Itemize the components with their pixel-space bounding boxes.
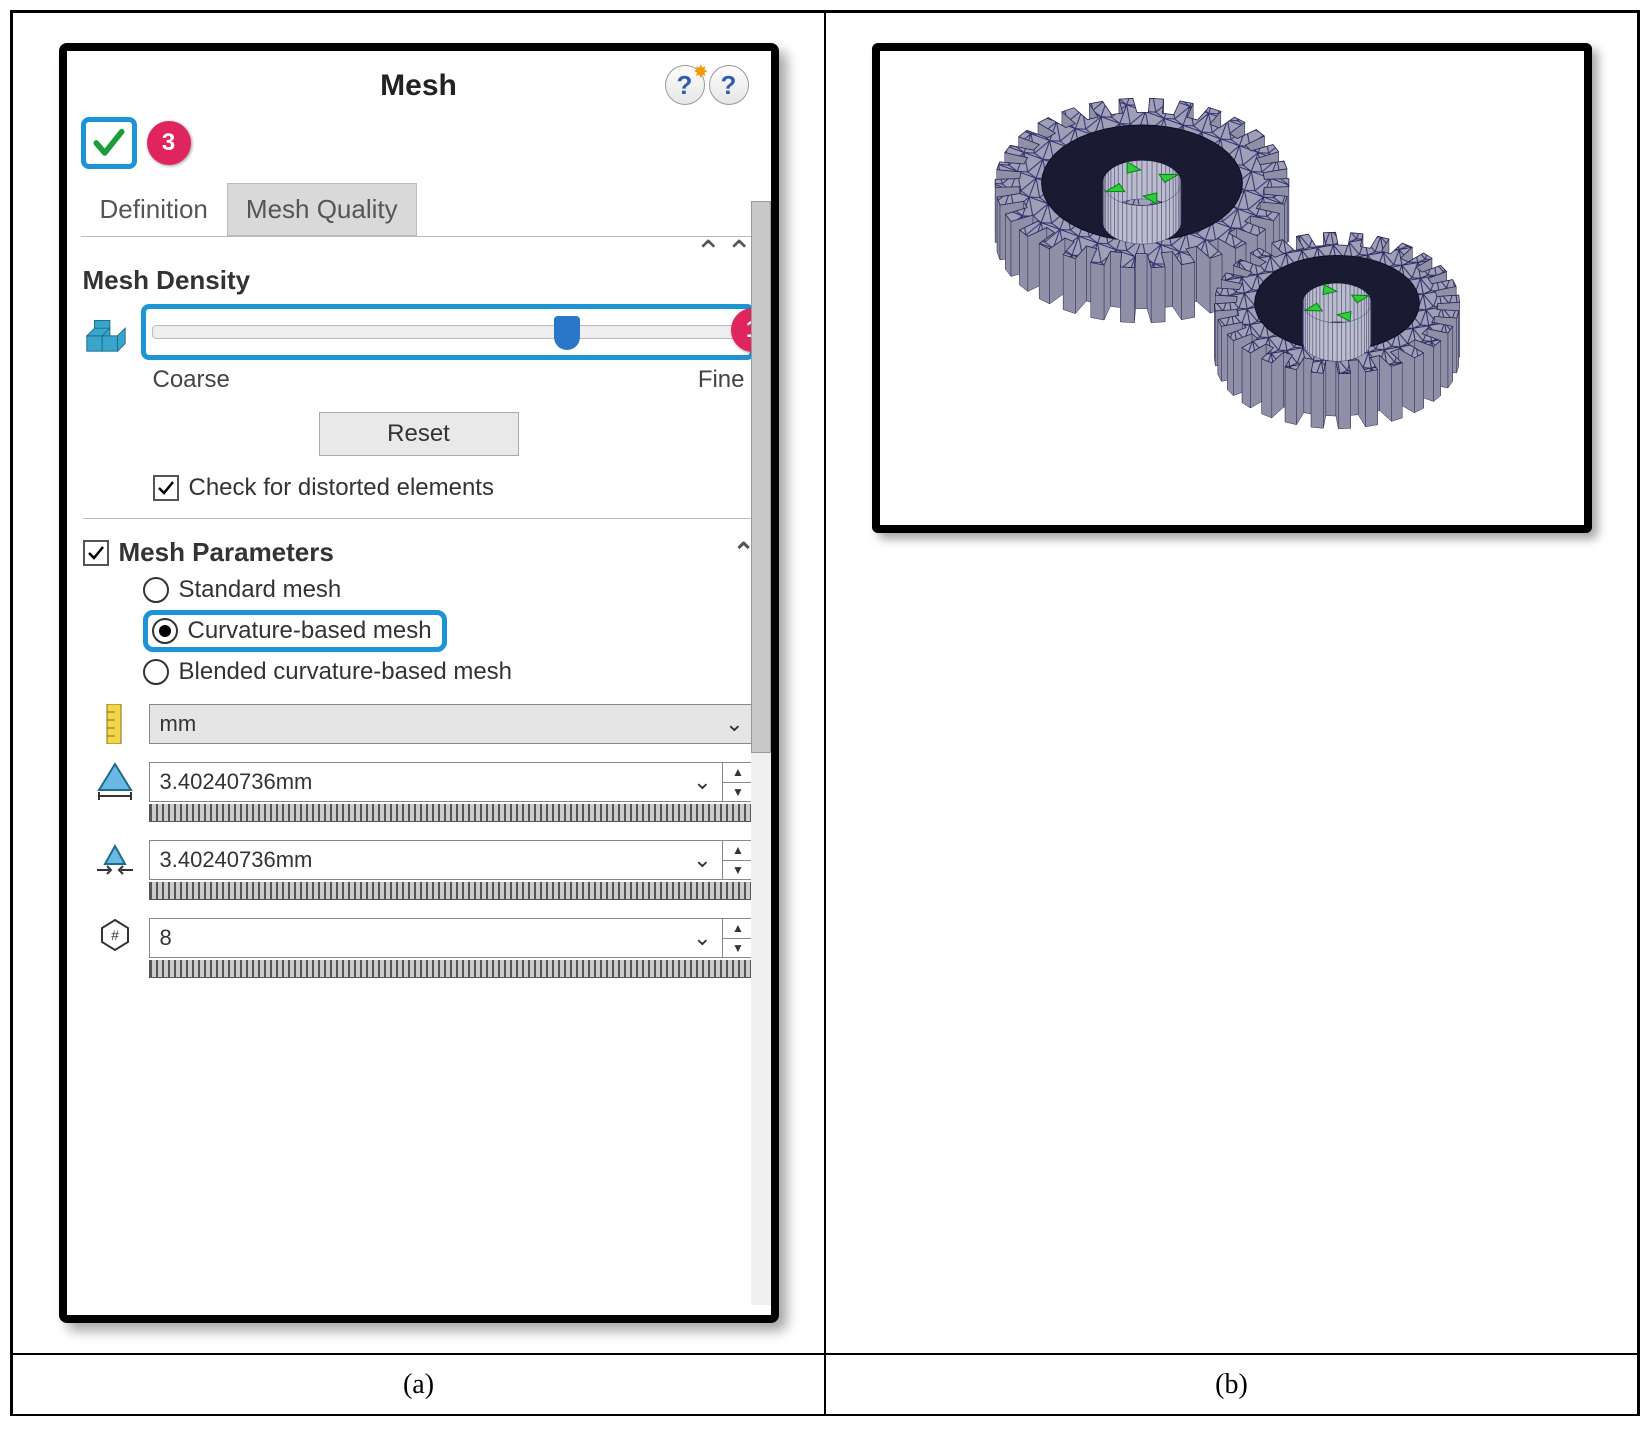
tab-mesh-quality[interactable]: Mesh Quality	[227, 183, 417, 236]
min-element-size-field[interactable]: 3.40240736mm ⌄	[149, 840, 723, 880]
radio-standard-label: Standard mesh	[179, 576, 342, 604]
scroll-up-chevron-icon[interactable]: ⌃	[726, 233, 753, 271]
max-element-size-icon	[97, 762, 133, 802]
thumbwheel[interactable]	[149, 882, 755, 900]
help-icon[interactable]: ?	[709, 65, 749, 105]
checkmark-icon	[157, 479, 175, 497]
slider-thumb[interactable]	[554, 316, 580, 350]
radio-standard-mesh[interactable]	[143, 577, 169, 603]
radio-curvature-mesh[interactable]	[152, 618, 178, 644]
scrollbar[interactable]	[751, 201, 771, 1305]
mesh-density-icon	[83, 309, 129, 355]
help-options-icon[interactable]: ?✸	[665, 65, 705, 105]
tab-definition[interactable]: Definition	[81, 183, 227, 236]
mesh-density-header: Mesh Density	[83, 265, 251, 296]
coarse-label: Coarse	[153, 366, 230, 394]
panel-title: Mesh	[380, 69, 457, 103]
distorted-elements-checkbox[interactable]	[153, 475, 179, 501]
mesh-property-panel: Mesh ?✸ ? 3 Definition Mesh Quality	[59, 43, 779, 1323]
callout-badge-3: 3	[147, 121, 191, 165]
fine-label: Fine	[698, 366, 745, 394]
gear-star-icon: ✸	[694, 62, 707, 82]
spin-down-icon[interactable]: ▼	[723, 861, 754, 880]
ruler-icon	[103, 704, 127, 744]
dropdown-chevron-icon: ⌄	[693, 847, 711, 873]
max-element-size-field[interactable]: 3.40240736mm ⌄	[149, 762, 723, 802]
unit-value: mm	[160, 711, 197, 737]
checkmark-icon	[87, 544, 105, 562]
spin-up-icon[interactable]: ▲	[723, 841, 754, 861]
svg-text:#: #	[111, 927, 119, 943]
dropdown-chevron-icon: ⌄	[725, 711, 743, 737]
spin-down-icon[interactable]: ▼	[723, 939, 754, 958]
spin-up-icon[interactable]: ▲	[723, 763, 754, 783]
max-element-size-value: 3.40240736mm	[160, 769, 313, 795]
mesh-parameters-checkbox[interactable]	[83, 540, 109, 566]
min-element-size-icon	[95, 840, 135, 880]
reset-button[interactable]: Reset	[319, 412, 519, 456]
gear-mesh-illustration	[892, 68, 1572, 508]
elements-per-circle-icon: #	[98, 918, 132, 952]
thumbwheel[interactable]	[149, 804, 755, 822]
elements-per-circle-field[interactable]: 8 ⌄	[149, 918, 723, 958]
radio-curvature-label: Curvature-based mesh	[188, 617, 432, 645]
check-icon	[92, 126, 126, 160]
caption-a: (a)	[12, 1354, 825, 1416]
unit-dropdown[interactable]: mm ⌄	[149, 704, 755, 744]
caption-b: (b)	[825, 1354, 1638, 1416]
dropdown-chevron-icon: ⌄	[693, 769, 711, 795]
radio-blended-label: Blended curvature-based mesh	[179, 658, 513, 686]
thumbwheel[interactable]	[149, 960, 755, 978]
radio-blended-mesh[interactable]	[143, 659, 169, 685]
elements-per-circle-value: 8	[160, 925, 172, 951]
meshed-model-view	[872, 43, 1592, 533]
spin-down-icon[interactable]: ▼	[723, 783, 754, 802]
dropdown-chevron-icon: ⌄	[693, 925, 711, 951]
min-element-size-value: 3.40240736mm	[160, 847, 313, 873]
scrollbar-thumb[interactable]	[751, 201, 771, 753]
collapse-chevron-icon[interactable]: ⌃	[695, 233, 722, 271]
mesh-density-slider[interactable]	[141, 304, 755, 360]
ok-button[interactable]	[81, 117, 137, 169]
mesh-parameters-header: Mesh Parameters	[119, 537, 334, 568]
spin-up-icon[interactable]: ▲	[723, 919, 754, 939]
distorted-elements-label: Check for distorted elements	[189, 474, 494, 502]
